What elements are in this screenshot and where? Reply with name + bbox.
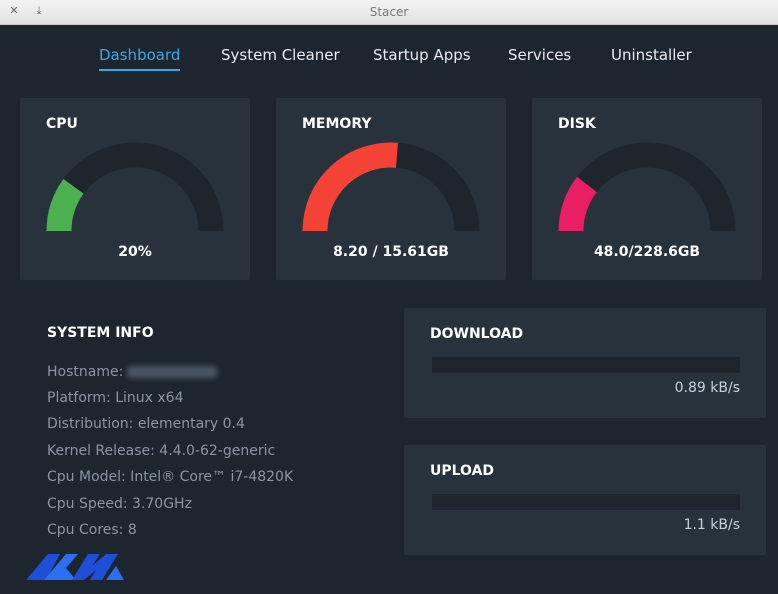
- watermark-logo: [26, 554, 124, 580]
- disk-gauge-fill: [558, 176, 598, 232]
- memory-gauge-fill: [302, 142, 398, 232]
- tab-services[interactable]: Services: [508, 46, 571, 69]
- info-cpu-speed: Cpu Speed: 3.70GHz: [47, 496, 192, 512]
- info-hostname: Hostname:: [47, 364, 218, 380]
- cpu-value: 20%: [118, 244, 152, 260]
- disk-value: 48.0/228.6GB: [593, 244, 701, 260]
- download-rate: 0.89 kB/s: [674, 380, 740, 396]
- window-title: Stacer: [369, 5, 409, 19]
- download-bar: [432, 357, 740, 373]
- download-title: DOWNLOAD: [430, 326, 524, 342]
- cpu-card: CPU 20%: [20, 98, 250, 280]
- upload-rate: 1.1 kB/s: [683, 517, 740, 533]
- system-info-title: SYSTEM INFO: [47, 325, 154, 341]
- info-cpu-model: Cpu Model: Intel® Core™ i7-4820K: [47, 469, 294, 485]
- info-platform: Platform: Linux x64: [47, 390, 184, 406]
- upload-bar: [432, 494, 740, 510]
- tab-system-cleaner[interactable]: System Cleaner: [221, 46, 340, 69]
- memory-card: MEMORY 8.20 / 15.61GB: [276, 98, 506, 280]
- tab-uninstaller[interactable]: Uninstaller: [611, 46, 692, 69]
- disk-gauge: [558, 142, 736, 232]
- info-cpu-cores: Cpu Cores: 8: [47, 522, 137, 538]
- download-card: DOWNLOAD 0.89 kB/s: [404, 308, 766, 418]
- memory-value: 8.20 / 15.61GB: [333, 244, 449, 260]
- cpu-gauge-fill: [46, 178, 84, 232]
- cpu-gauge: [46, 142, 224, 232]
- main-nav: Dashboard System Cleaner Startup Apps Se…: [0, 40, 778, 80]
- memory-gauge: [302, 142, 480, 232]
- upload-card: UPLOAD 1.1 kB/s: [404, 445, 766, 555]
- info-kernel: Kernel Release: 4.4.0-62-generic: [47, 443, 276, 459]
- upload-title: UPLOAD: [430, 463, 495, 479]
- cpu-title: CPU: [46, 116, 78, 132]
- memory-title: MEMORY: [302, 116, 372, 132]
- title-bar: ✕ ⤓ Stacer: [0, 0, 778, 25]
- tab-startup-apps[interactable]: Startup Apps: [373, 46, 471, 69]
- disk-title: DISK: [558, 116, 596, 132]
- info-hostname-label: Hostname:: [47, 364, 124, 380]
- hostname-redacted: [127, 366, 218, 378]
- disk-card: DISK 48.0/228.6GB: [532, 98, 762, 280]
- info-distribution: Distribution: elementary 0.4: [47, 416, 245, 432]
- tab-dashboard[interactable]: Dashboard: [99, 46, 181, 71]
